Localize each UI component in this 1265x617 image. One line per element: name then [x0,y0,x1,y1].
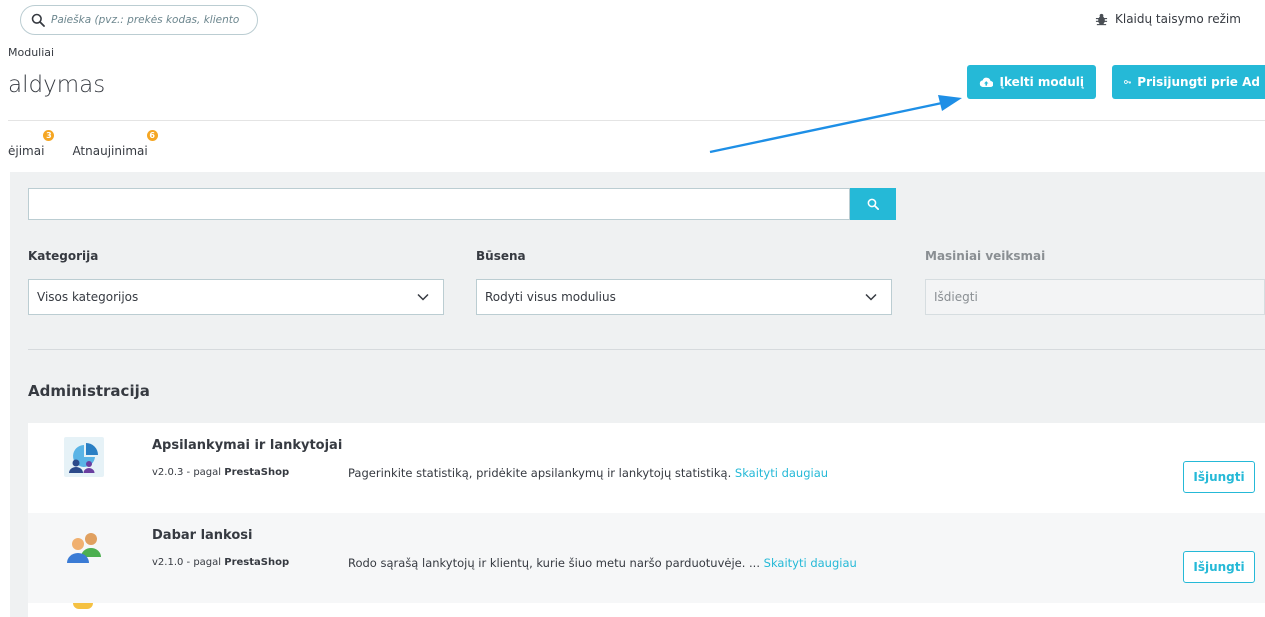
chevron-down-icon [865,293,877,301]
module-meta: v2.1.0 - pagal PrestaShop [152,557,289,568]
module-author: PrestaShop [224,557,290,568]
global-search-input[interactable] [51,14,241,26]
debug-mode-label: Klaidų taisymo režim [1115,12,1241,26]
module-description-text: Rodo sąrašą lankytojų ir klientų, kurie … [348,556,760,570]
chevron-down-icon [417,293,429,301]
module-row: Apsilankymai ir lankytojai v2.0.3 - paga… [28,423,1265,513]
module-description: Pagerinkite statistiką, pridėkite apsila… [348,466,828,480]
status-filter-label: Būsena [476,249,526,263]
statistics-module-icon [64,437,104,477]
module-meta: v2.0.3 - pagal PrestaShop [152,467,289,478]
module-description-text: Pagerinkite statistiką, pridėkite apsila… [348,466,732,480]
module-list-panel: Kategorija Visos kategorijos Būsena Rody… [10,172,1265,617]
module-description: Rodo sąrašą lankytojų ir klientų, kurie … [348,556,857,570]
connect-addons-label: Prisijungti prie Ad [1137,75,1260,89]
bulk-actions-value: Išdiegti [934,290,978,304]
module-row: Dabar lankosi v2.1.0 - pagal PrestaShop … [28,513,1265,603]
tab-alerts[interactable]: ėjimai 3 [8,130,55,158]
page-title: aldymas [8,72,106,98]
visitors-online-module-icon [67,533,101,563]
category-filter-label: Kategorija [28,249,99,263]
module-manager-page: Klaidų taisymo režim Moduliai aldymas Įk… [0,0,1265,617]
tab-updates[interactable]: Atnaujinimai 6 [72,130,158,158]
category-select-value: Visos kategorijos [37,290,139,304]
tab-updates-badge: 6 [146,130,158,141]
module-name[interactable]: Apsilankymai ir lankytojai [152,438,342,453]
breadcrumb[interactable]: Moduliai [8,46,54,59]
header-divider [8,120,1265,121]
module-version: v2.1.0 - pagal [152,557,222,568]
bulk-actions-label: Masiniai veiksmai [925,249,1046,263]
bug-icon [1095,13,1108,25]
section-title: Administracija [28,382,150,400]
connect-addons-button[interactable]: Prisijungti prie Ad [1112,65,1265,99]
module-search-input[interactable] [28,188,850,220]
module-author: PrestaShop [224,467,290,478]
upload-module-label: Įkelti modulį [999,75,1084,89]
tab-alerts-badge: 3 [43,130,55,141]
module-search-button[interactable] [850,188,896,220]
module-icon-partial [73,603,93,609]
read-more-link[interactable]: Skaityti daugiau [764,556,857,570]
module-version: v2.0.3 - pagal [152,467,222,478]
tab-updates-label: Atnaujinimai [72,144,148,158]
filters-divider [28,349,1265,350]
disable-button[interactable]: Išjungti [1183,461,1255,493]
key-icon [1124,80,1131,84]
bulk-actions-select[interactable]: Išdiegti [925,279,1265,315]
module-name[interactable]: Dabar lankosi [152,528,252,543]
status-select-value: Rodyti visus modulius [485,290,616,304]
cloud-upload-icon [979,77,994,87]
search-icon [31,13,45,27]
module-tabs: ėjimai 3 Atnaujinimai 6 [8,130,176,158]
module-search [28,188,896,220]
upload-module-button[interactable]: Įkelti modulį [967,65,1096,99]
category-select[interactable]: Visos kategorijos [28,279,444,315]
read-more-link[interactable]: Skaityti daugiau [735,466,828,480]
module-row [28,603,1265,617]
disable-button[interactable]: Išjungti [1183,551,1255,583]
tab-alerts-label: ėjimai [8,144,45,158]
debug-mode-toggle[interactable]: Klaidų taisymo režim [1095,12,1241,26]
global-search[interactable] [20,5,258,35]
status-select[interactable]: Rodyti visus modulius [476,279,892,315]
search-icon [867,198,879,210]
